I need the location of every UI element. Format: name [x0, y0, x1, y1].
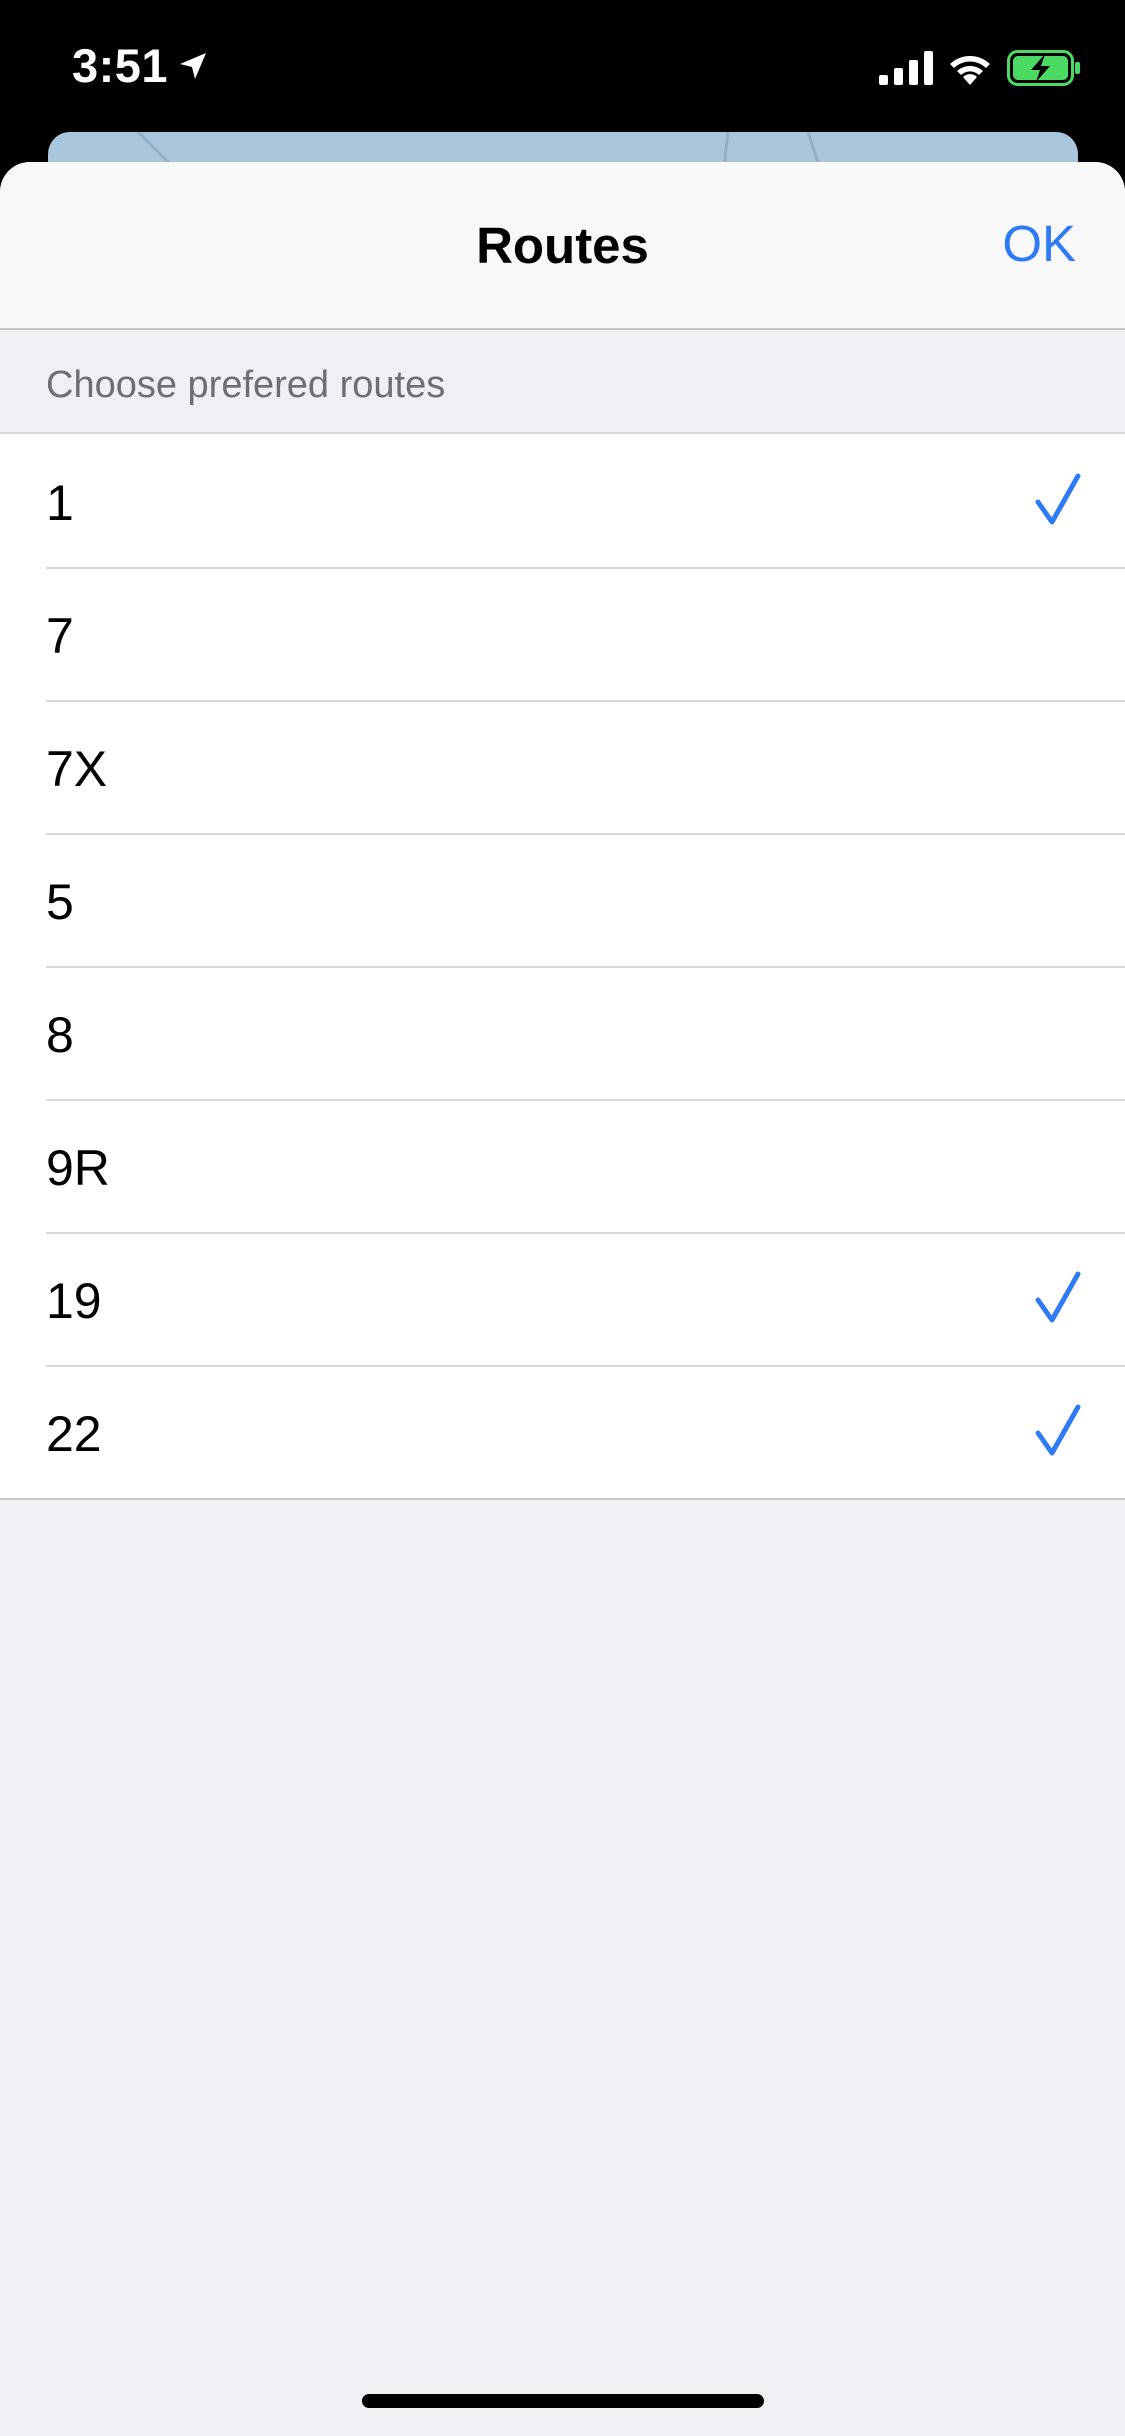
wifi-icon: [947, 51, 993, 85]
route-label: 1: [46, 475, 74, 531]
route-row[interactable]: 7: [0, 567, 1125, 700]
route-label: 7X: [46, 741, 108, 797]
status-icons: [879, 50, 1081, 86]
ok-button[interactable]: OK: [1002, 214, 1076, 273]
route-row[interactable]: 1: [0, 434, 1125, 567]
route-row[interactable]: 19: [0, 1232, 1125, 1365]
route-row[interactable]: 7X: [0, 700, 1125, 833]
status-time: 3:51: [72, 38, 208, 93]
route-label: 8: [46, 1007, 74, 1063]
status-bar: 3:51: [0, 0, 1125, 132]
route-row[interactable]: 9R: [0, 1099, 1125, 1232]
cellular-signal-icon: [879, 51, 933, 85]
route-label: 7: [46, 608, 74, 664]
route-label: 19: [46, 1273, 102, 1329]
battery-charging-icon: [1007, 50, 1081, 86]
route-label: 22: [46, 1406, 102, 1462]
route-label: 9R: [46, 1140, 110, 1196]
checkmark-icon: [1035, 1270, 1081, 1326]
navigation-bar: Routes OK: [0, 162, 1125, 330]
location-arrow-icon: [178, 51, 208, 81]
route-row[interactable]: 5: [0, 833, 1125, 966]
route-row[interactable]: 8: [0, 966, 1125, 1099]
status-time-text: 3:51: [72, 39, 169, 92]
checkmark-icon: [1035, 1403, 1081, 1459]
route-label: 5: [46, 874, 74, 930]
routes-sheet: Routes OK Choose prefered routes 1 7 7X 5 8 9…: [0, 162, 1125, 2436]
screen: 3:51 Routes OK Choose prefered routes 1 …: [0, 0, 1125, 2436]
section-header: Choose prefered routes: [0, 330, 1125, 434]
route-list: 1 7 7X 5 8 9R 19 22: [0, 434, 1125, 1500]
page-title: Routes: [476, 217, 649, 274]
checkmark-icon: [1035, 472, 1081, 528]
home-indicator[interactable]: [362, 2394, 764, 2408]
route-row[interactable]: 22: [0, 1365, 1125, 1498]
